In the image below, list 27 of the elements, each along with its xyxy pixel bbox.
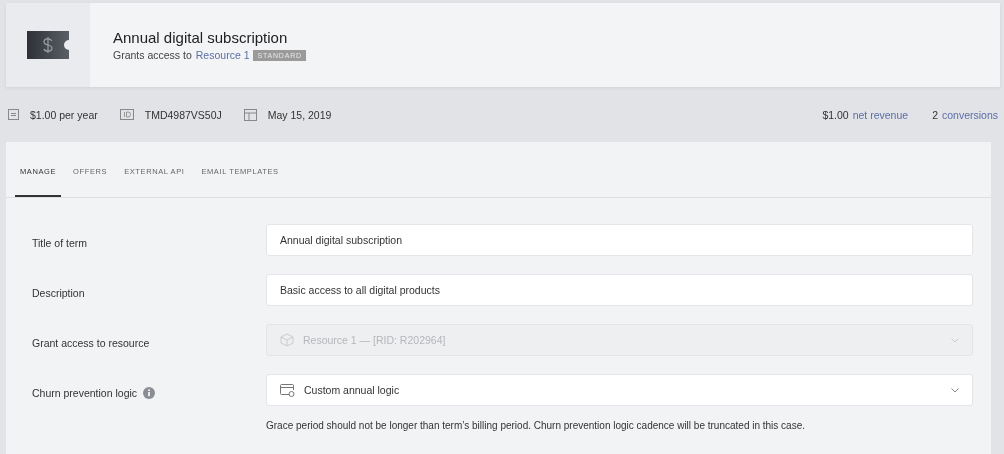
- metric-link[interactable]: net revenue: [852, 108, 909, 121]
- resource-link[interactable]: Resource 1: [195, 49, 250, 61]
- stat-text: $1.00 per year: [30, 108, 98, 121]
- stat-text: May 15, 2019: [267, 108, 332, 121]
- cube-icon: [280, 333, 294, 347]
- select-field[interactable]: Custom annual logic: [266, 374, 973, 406]
- id-card-icon: [119, 109, 134, 120]
- field-label: Title of term: [32, 237, 88, 249]
- info-icon[interactable]: [143, 387, 156, 399]
- subtitle-text: Grants access to: [113, 49, 192, 61]
- hint-text: Grace period should not be longer than term’s billing period. Churn prevention logic cadence will be truncated in this case.: [266, 420, 807, 431]
- metric-value: 2: [932, 108, 938, 121]
- ticket-icon: [27, 31, 69, 59]
- input-field[interactable]: Annual digital subscription: [266, 224, 973, 256]
- list-icon: [8, 109, 19, 120]
- subscription-title: Annual digital subscription: [113, 29, 289, 46]
- stat-text: TMD4987VS50J: [144, 108, 222, 121]
- metric-value: $1.00: [822, 108, 849, 121]
- chevron-down-icon: [951, 337, 959, 343]
- field-label: Description: [32, 287, 85, 299]
- metric-link[interactable]: conversions: [941, 108, 998, 121]
- card-clock-icon: [280, 383, 295, 397]
- calendar-icon: [243, 108, 257, 121]
- input-field[interactable]: Basic access to all digital products: [266, 274, 973, 306]
- field-label: Grant access to resource: [32, 337, 150, 349]
- field-label: Churn prevention logic: [32, 387, 138, 399]
- chevron-down-icon: [951, 387, 959, 393]
